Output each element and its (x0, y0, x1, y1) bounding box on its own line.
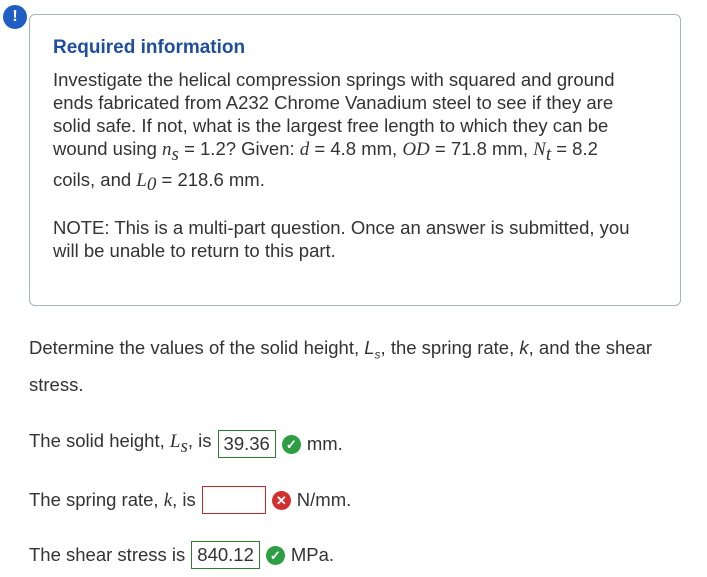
x-circle-icon: ✕ (271, 490, 291, 510)
shear-stress-label: The shear stress is (29, 544, 186, 565)
spring-rate-label: The spring rate, k, is (29, 488, 196, 511)
var-l: L (136, 169, 147, 191)
note-text: NOTE: This is a multi-part question. Onc… (53, 217, 630, 261)
info-text: = 71.8 mm, (429, 138, 534, 159)
question-text: Determine the values of the solid height… (29, 333, 699, 399)
solid-height-input[interactable]: 39.36 (217, 430, 276, 458)
spring-rate-row: The spring rate, k, is ✕ N/mm. (29, 486, 351, 514)
question-part: Determine the values of the solid height… (29, 337, 365, 358)
shear-stress-row: The shear stress is 840.12 ✓ MPa. (29, 541, 334, 569)
check-circle-icon: ✓ (281, 434, 301, 454)
spring-rate-input[interactable] (201, 486, 266, 514)
solid-height-row: The solid height, Ls, is 39.36 ✓ mm. (29, 430, 343, 458)
var-k: k (519, 337, 529, 358)
var-od: OD (402, 139, 430, 160)
info-body: Investigate the helical compression spri… (53, 68, 633, 198)
shear-stress-input[interactable]: 840.12 (191, 541, 260, 569)
info-text: = 4.8 mm, (309, 138, 403, 159)
var-n-sub: s (171, 143, 179, 165)
shear-stress-unit: MPa. (290, 544, 335, 565)
info-text: = 1.2? Given: (178, 138, 300, 159)
question-part: , the spring rate, (380, 337, 520, 358)
spring-rate-unit: N/mm. (296, 489, 352, 510)
solid-height-label: The solid height, Ls, is (29, 430, 212, 457)
info-title: Required information (53, 37, 246, 58)
check-circle-icon: ✓ (265, 545, 285, 565)
var-n-total: N (533, 139, 546, 160)
var-n: n (162, 139, 172, 160)
var-ls: L (364, 337, 375, 358)
var-d: d (299, 139, 310, 160)
alert-icon: ! (3, 5, 27, 29)
var-l-sub: 0 (146, 174, 157, 196)
solid-height-unit: mm. (306, 433, 343, 454)
info-text: = 218.6 mm. (156, 168, 265, 190)
